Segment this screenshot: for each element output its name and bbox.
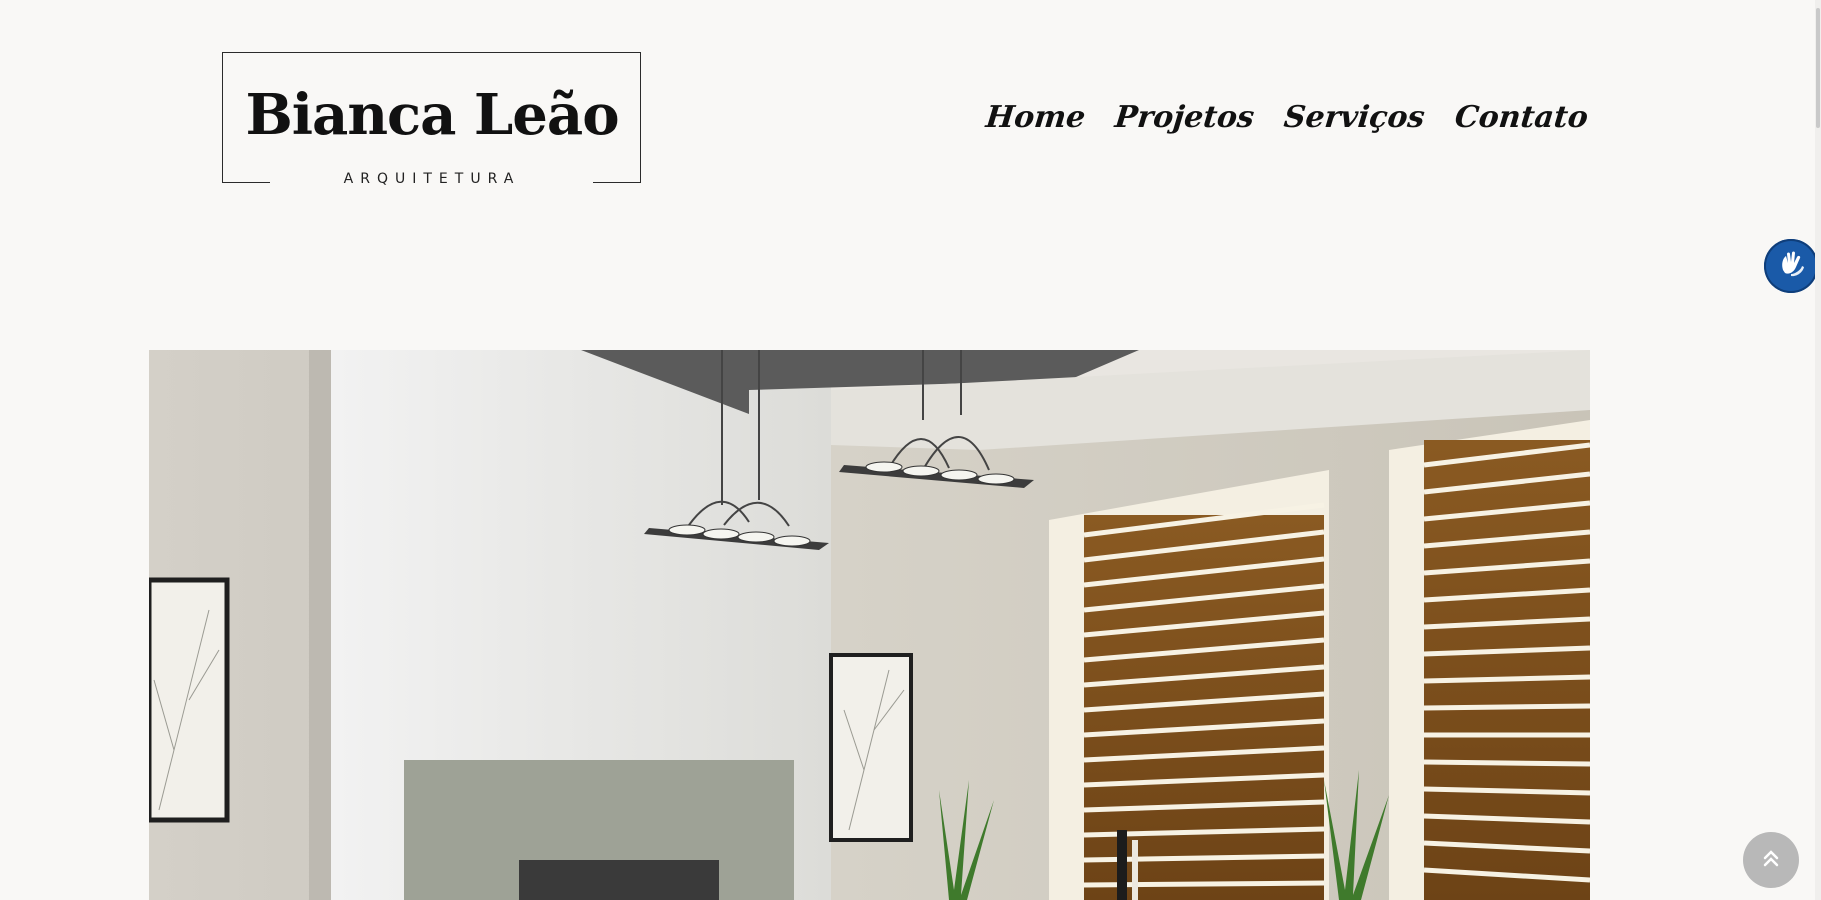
nav-projects[interactable]: Projetos xyxy=(1113,100,1256,135)
scroll-to-top-button[interactable] xyxy=(1743,832,1799,888)
nav-services[interactable]: Serviços xyxy=(1282,100,1426,135)
accessibility-button[interactable] xyxy=(1764,239,1818,293)
logo-title: Bianca Leão xyxy=(245,82,619,148)
main-nav: Home Projetos Serviços Contato xyxy=(984,100,1590,135)
logo-tagline: ARQUITETURA xyxy=(343,171,521,187)
logo-frame-top xyxy=(222,52,640,53)
nav-contact[interactable]: Contato xyxy=(1453,100,1590,135)
sign-language-icon xyxy=(1775,248,1807,284)
living-room-photo xyxy=(149,350,1590,900)
hero-image xyxy=(149,350,1590,900)
logo[interactable]: Bianca Leão ARQUITETURA xyxy=(222,52,642,187)
scrollbar-thumb[interactable] xyxy=(1816,8,1820,128)
chevron-double-up-icon xyxy=(1759,846,1783,874)
page-scrollbar[interactable] xyxy=(1815,0,1821,900)
nav-home[interactable]: Home xyxy=(984,100,1087,135)
